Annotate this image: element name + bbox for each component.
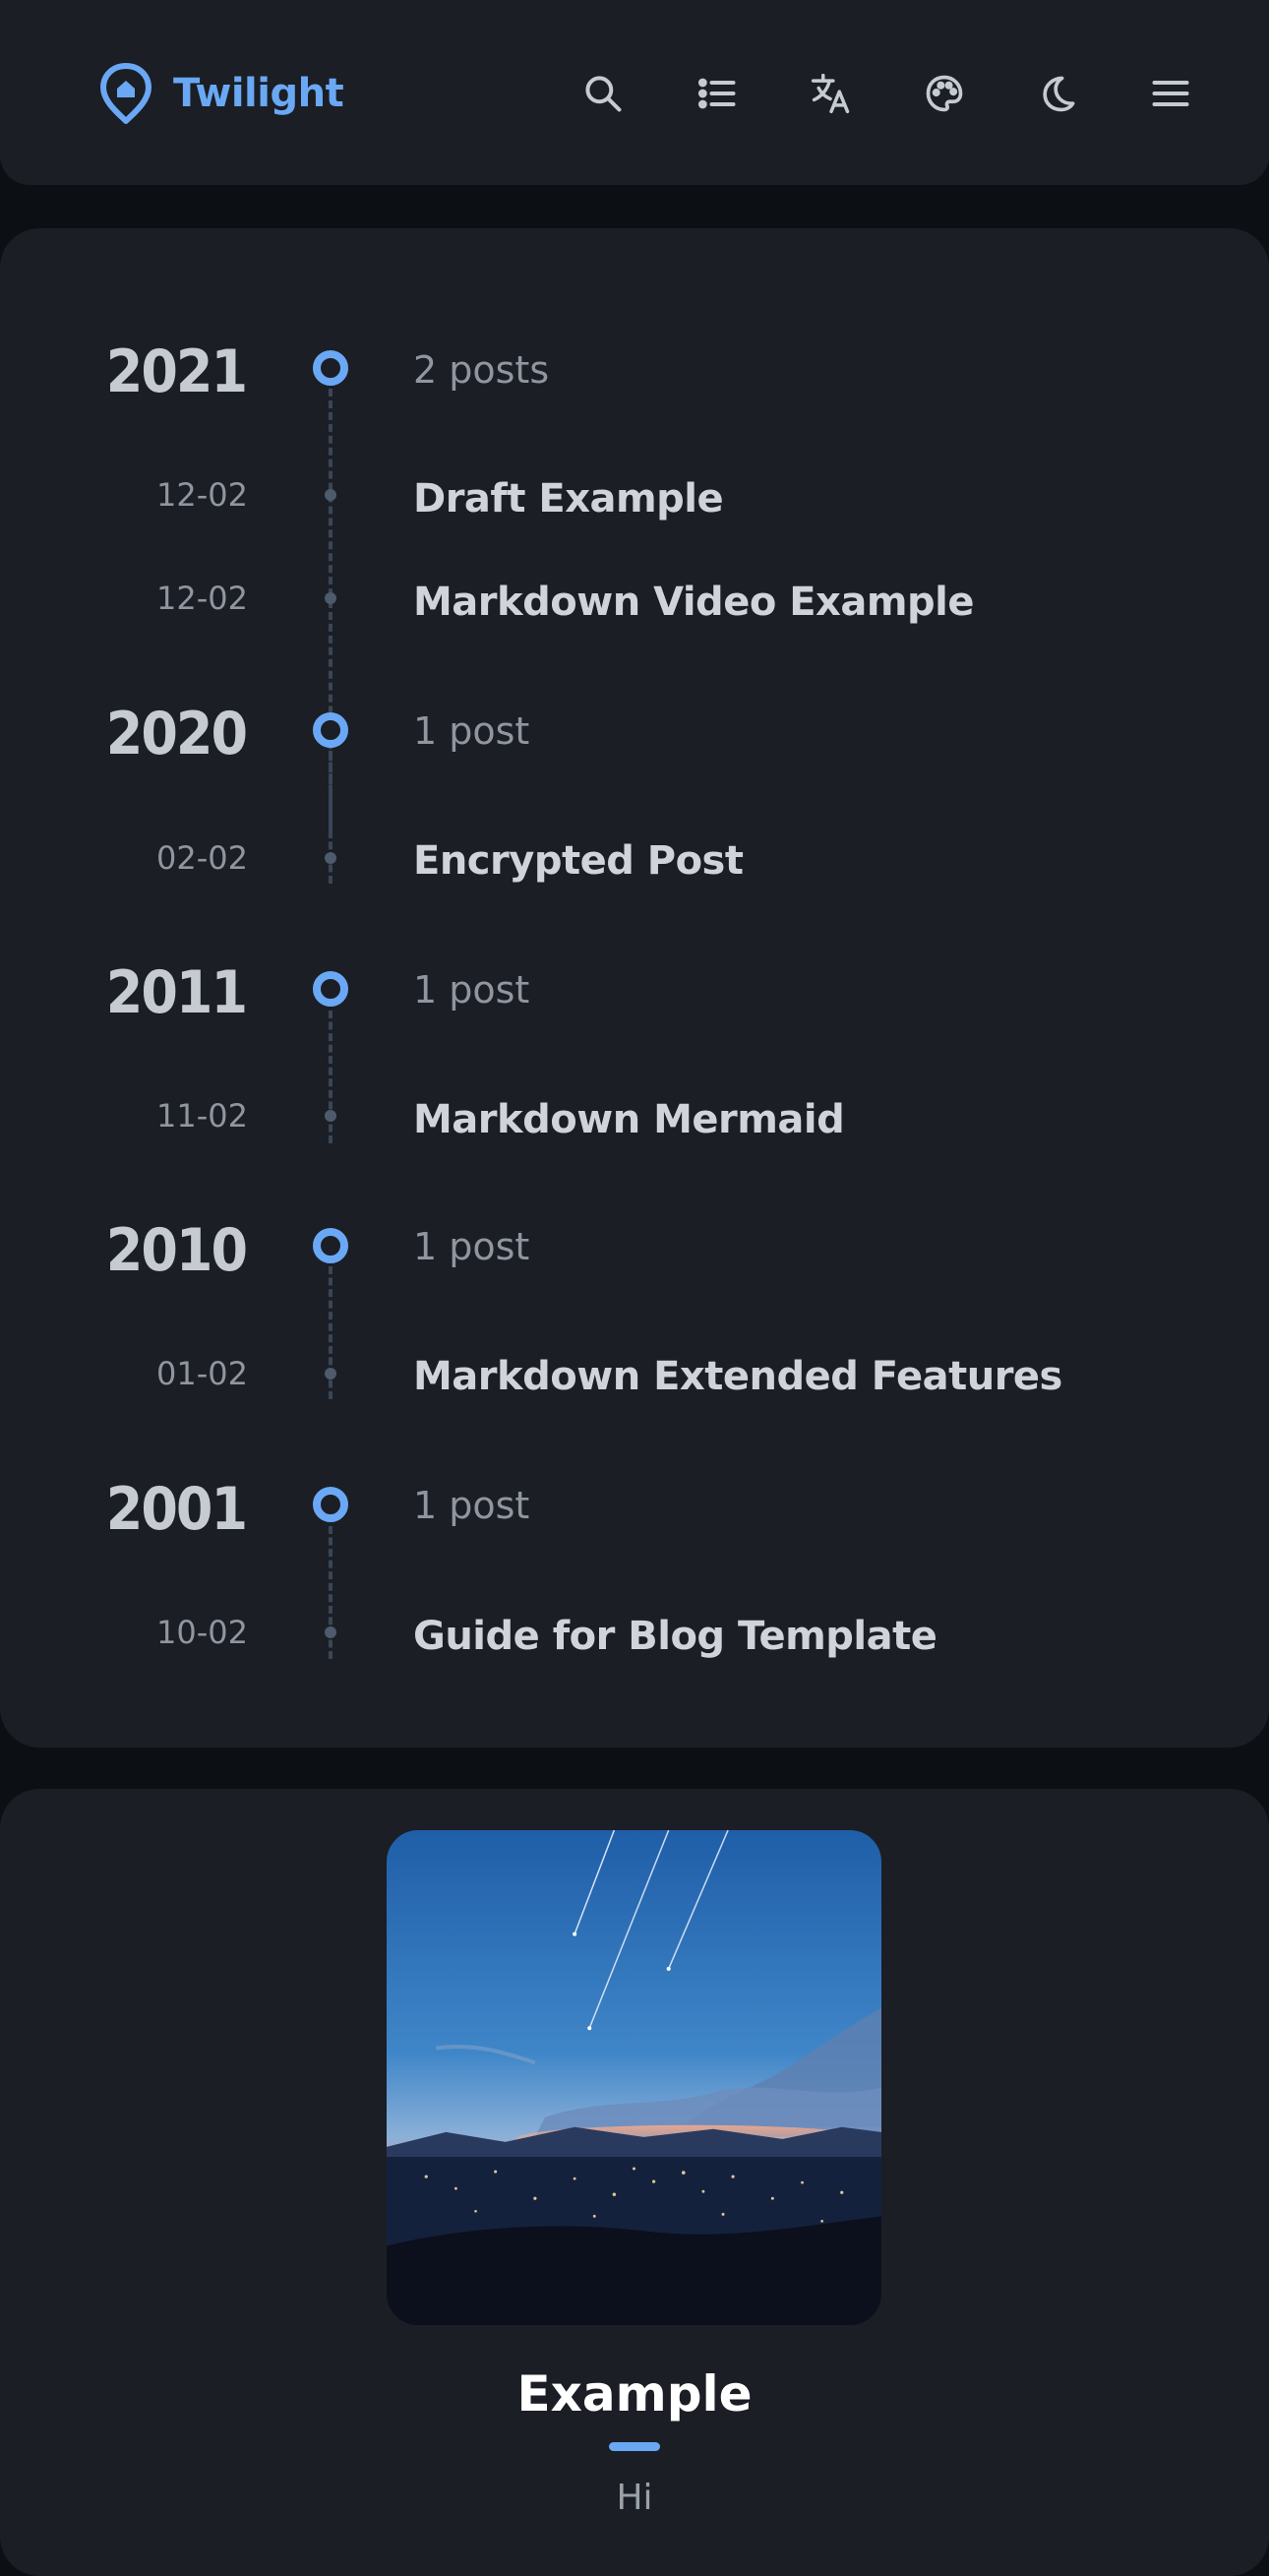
post-date: 12-02	[156, 580, 248, 617]
post-dot	[325, 489, 336, 501]
year-post-count: 1 post	[413, 709, 530, 753]
list-icon	[697, 78, 736, 109]
archive-timeline-card: 2021 2 posts 12-02 Draft Example 12-02 M…	[0, 228, 1269, 1748]
palette-icon	[926, 75, 963, 112]
year-post-count: 1 post	[413, 1225, 530, 1268]
post-dot	[325, 592, 336, 604]
profile-name: Example	[516, 2365, 753, 2423]
post-date: 02-02	[156, 839, 248, 877]
year-label: 2020	[105, 700, 248, 768]
dark-mode-toggle[interactable]	[1023, 59, 1092, 128]
brand-name: Twilight	[173, 71, 344, 116]
location-pin-icon	[100, 63, 151, 124]
year-post-count: 1 post	[413, 968, 530, 1012]
post-date: 10-02	[156, 1614, 248, 1651]
year-dot	[313, 350, 348, 386]
year-dot	[313, 1228, 348, 1263]
profile-name-underline	[609, 2442, 660, 2451]
year-label: 2011	[105, 958, 248, 1027]
post-date: 01-02	[156, 1355, 248, 1392]
post-link[interactable]: Markdown Mermaid	[413, 1097, 845, 1142]
post-dot	[325, 1110, 336, 1122]
post-link[interactable]: Draft Example	[413, 476, 724, 521]
year-post-count: 2 posts	[413, 348, 550, 392]
menu-icon	[1152, 80, 1189, 107]
post-dot	[325, 852, 336, 864]
profile-bio: Hi	[616, 2478, 653, 2518]
post-link[interactable]: Markdown Extended Features	[413, 1354, 1062, 1399]
post-link[interactable]: Markdown Video Example	[413, 580, 975, 625]
year-label: 2010	[105, 1216, 248, 1285]
year-dot	[313, 712, 348, 748]
year-label: 2021	[105, 337, 248, 406]
timeline-connector	[329, 1526, 332, 1659]
menu-button[interactable]	[1136, 59, 1205, 128]
timeline-connector	[329, 1011, 332, 1143]
language-button[interactable]	[797, 59, 866, 128]
archive-list-button[interactable]	[683, 59, 752, 128]
year-dot	[313, 1487, 348, 1522]
profile-avatar[interactable]	[387, 1830, 881, 2325]
profile-card: Example	[0, 1789, 1269, 2576]
moon-icon	[1043, 76, 1075, 112]
brand-home-link[interactable]: Twilight	[98, 54, 344, 133]
post-dot	[325, 1626, 336, 1638]
avatar-twilight-landscape-image	[387, 1830, 881, 2325]
post-dot	[325, 1368, 336, 1380]
search-icon	[585, 76, 622, 112]
search-button[interactable]	[569, 59, 637, 128]
post-date: 12-02	[156, 476, 248, 514]
translate-icon	[811, 73, 850, 114]
theme-color-button[interactable]	[910, 59, 979, 128]
year-dot	[313, 971, 348, 1007]
year-label: 2001	[105, 1475, 248, 1544]
post-link[interactable]: Encrypted Post	[413, 838, 744, 884]
top-navbar: Twilight	[0, 0, 1269, 185]
post-link[interactable]: Guide for Blog Template	[413, 1614, 937, 1659]
post-date: 11-02	[156, 1097, 248, 1135]
year-post-count: 1 post	[413, 1484, 530, 1527]
